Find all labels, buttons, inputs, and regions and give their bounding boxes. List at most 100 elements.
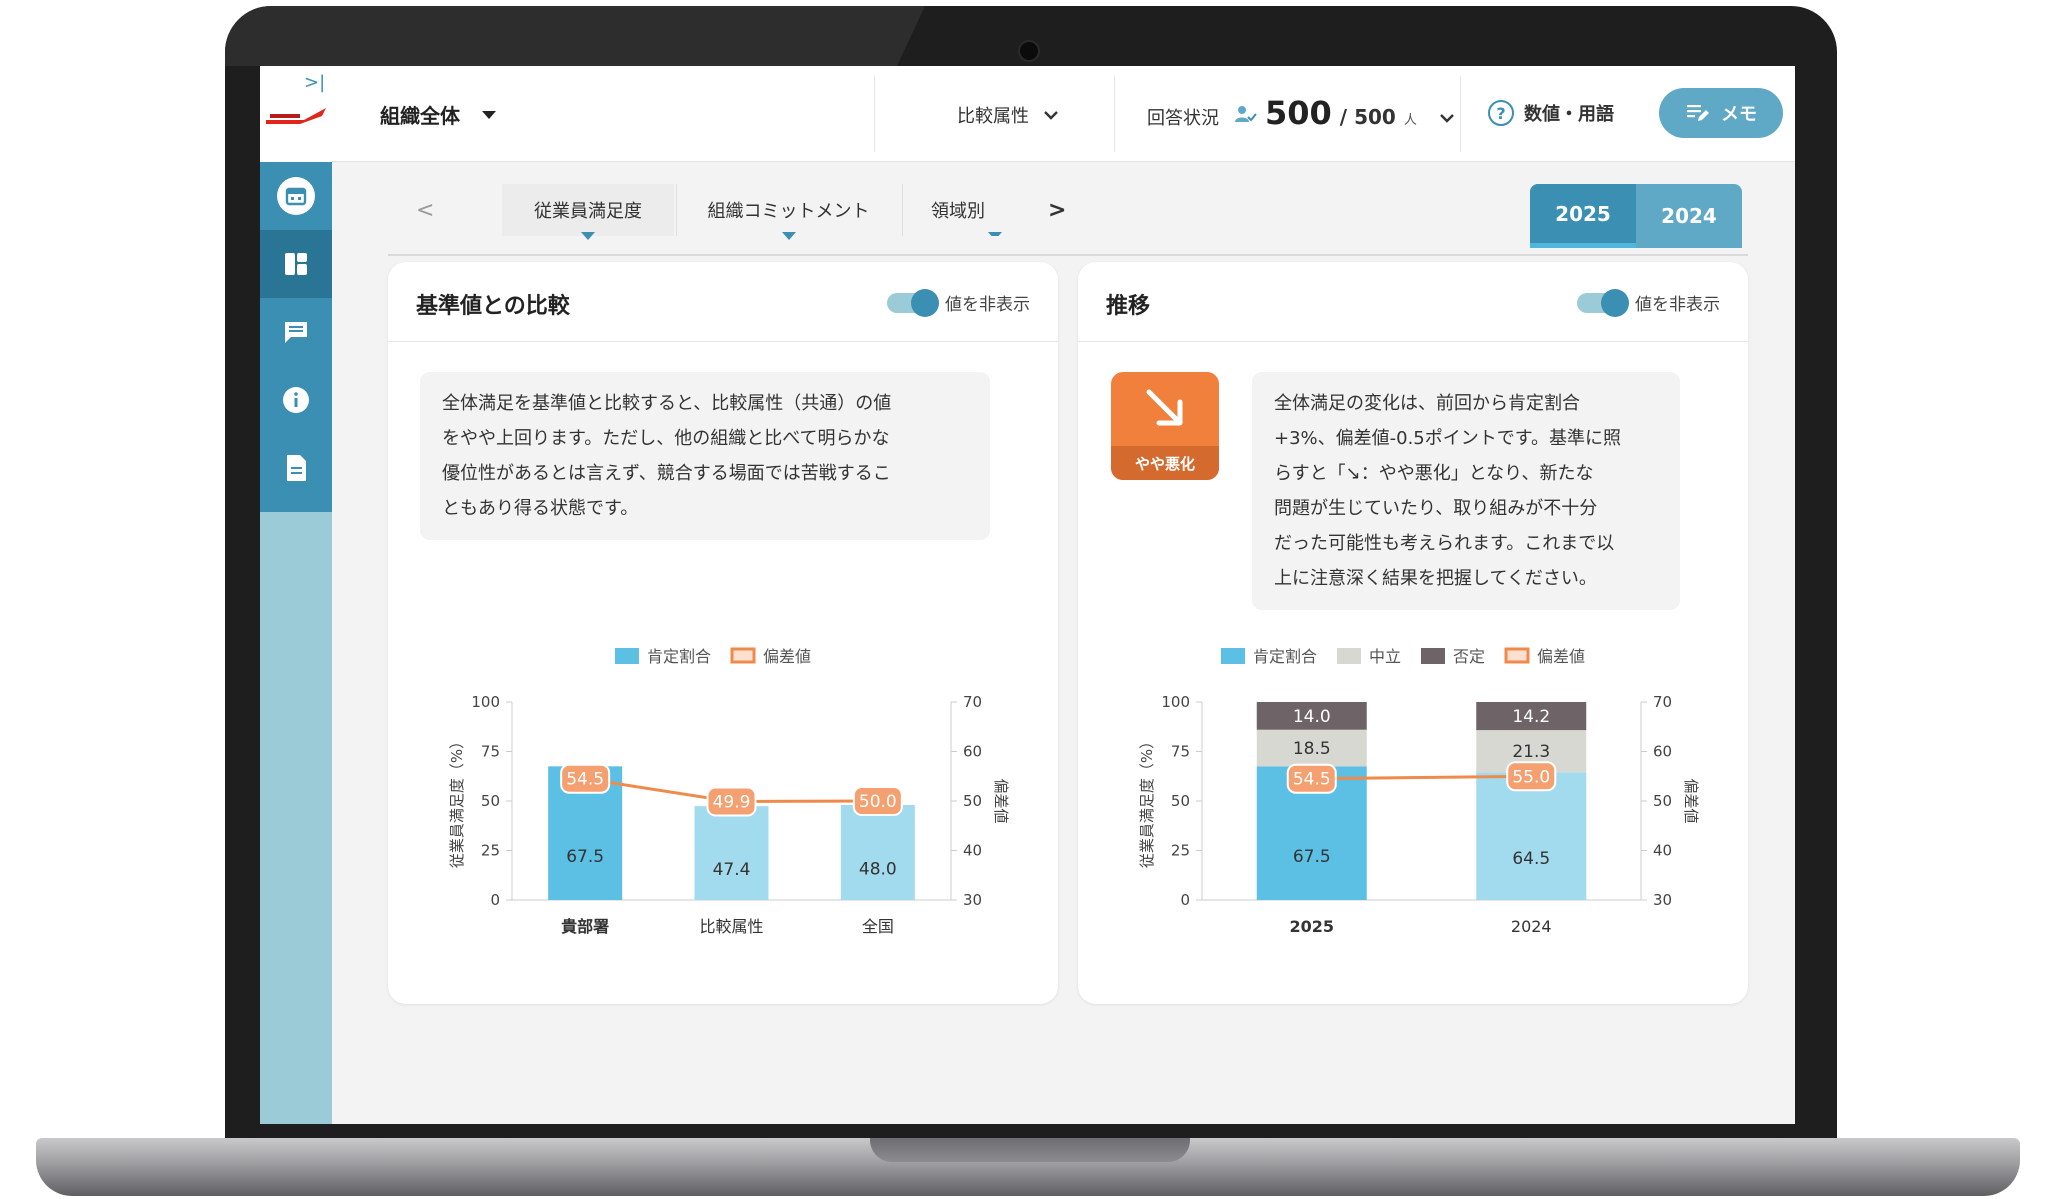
- expand-sidebar-icon[interactable]: >|: [304, 72, 325, 93]
- trend-card: 推移 値を非表示 やや悪化 全体満足の変化は、前回から肯定割合 +3%、偏差値-…: [1078, 262, 1748, 1004]
- sidebar-item-comments[interactable]: [260, 298, 332, 366]
- y2-tick-label: 70: [963, 693, 982, 711]
- deviation-value-label: 50.0: [859, 792, 897, 812]
- y-tick-label: 100: [1161, 693, 1190, 711]
- divider: [874, 76, 875, 152]
- tab-by-domain[interactable]: 領域別: [902, 184, 1002, 236]
- bar-positive: [694, 806, 769, 900]
- dashboard-icon: [285, 253, 307, 275]
- y2-axis-label: 偏差値: [1682, 778, 1700, 823]
- tab-next-icon[interactable]: >: [1048, 198, 1066, 223]
- sidebar-item-calendar[interactable]: [260, 162, 332, 230]
- card-header: 基準値との比較 値を非表示: [388, 262, 1058, 342]
- sidebar-nav: [260, 162, 332, 512]
- memo-label: メモ: [1721, 104, 1757, 125]
- y2-tick-label: 30: [1653, 891, 1672, 909]
- divider: [1114, 76, 1115, 152]
- toggle-switch[interactable]: [1577, 288, 1629, 317]
- user-check-icon: [1235, 106, 1257, 122]
- legend-swatch-deviation: [730, 647, 756, 664]
- question-icon: ?: [1488, 100, 1514, 126]
- toggle-switch[interactable]: [887, 288, 939, 317]
- response-status-label: 回答状況: [1147, 108, 1219, 129]
- legend-label: 偏差値: [763, 647, 811, 666]
- benchmark-card: 基準値との比較 値を非表示 全体満足を基準値と比較すると、比較属性（共通）の値 …: [388, 262, 1058, 1004]
- legend-label: 肯定割合: [647, 647, 711, 666]
- legend-label: 肯定割合: [1253, 647, 1317, 666]
- deviation-value-label: 54.5: [1293, 770, 1331, 790]
- toggle-knob: [1601, 288, 1629, 317]
- legend-label: 否定: [1453, 647, 1485, 666]
- tab-org-commitment[interactable]: 組織コミットメント: [676, 184, 900, 240]
- chevron-down-icon: [1044, 111, 1058, 120]
- memo-button[interactable]: メモ: [1659, 88, 1783, 138]
- benchmark-chart: 肯定割合 偏差値02550751003040506070従業員満足度（%） 偏差値6…: [448, 647, 1010, 936]
- bar-positive: [1476, 772, 1587, 900]
- card-header: 推移 値を非表示: [1078, 262, 1748, 342]
- response-status[interactable]: 回答状況 500 / 500 人: [1147, 94, 1455, 132]
- comment-icon: [285, 322, 307, 343]
- response-unit: 人: [1403, 113, 1417, 128]
- deviation-value-label: 55.0: [1512, 767, 1550, 787]
- trend-badge-label: やや悪化: [1111, 446, 1219, 480]
- trend-badge: やや悪化: [1111, 372, 1219, 480]
- y-tick-label: 100: [471, 693, 500, 711]
- y-tick-label: 50: [481, 792, 500, 810]
- bar-value-label: 21.3: [1512, 742, 1550, 762]
- hide-values-toggle[interactable]: 値を非表示: [887, 288, 1030, 317]
- sidebar-item-info[interactable]: [260, 366, 332, 434]
- toggle-label: 値を非表示: [945, 295, 1030, 315]
- x-tick-label: 2025: [1289, 917, 1334, 936]
- sidebar: >|: [260, 66, 332, 1124]
- y2-tick-label: 40: [963, 842, 982, 860]
- chevron-down-icon: [1439, 114, 1454, 123]
- tab-prev-icon[interactable]: <: [416, 198, 434, 223]
- info-icon: [283, 387, 309, 413]
- x-tick-label: 貴部署: [561, 917, 609, 936]
- tab-underline: [388, 254, 1748, 256]
- y-tick-label: 75: [1171, 743, 1190, 761]
- year-2024-button[interactable]: 2024: [1636, 184, 1742, 248]
- tab-label: 従業員満足度: [534, 201, 642, 222]
- brand-logo-icon: [266, 108, 326, 124]
- compare-selector[interactable]: 比較属性: [957, 102, 1059, 128]
- sidebar-item-document[interactable]: [260, 434, 332, 502]
- bar-positive: [840, 804, 915, 900]
- glossary-button[interactable]: ? 数値・用語: [1488, 100, 1614, 126]
- hide-values-toggle[interactable]: 値を非表示: [1577, 288, 1720, 317]
- year-2025-button[interactable]: 2025: [1530, 184, 1636, 248]
- deviation-value-label: 54.5: [566, 770, 604, 790]
- card-title: 推移: [1106, 294, 1151, 319]
- benchmark-comment: 全体満足を基準値と比較すると、比較属性（共通）の値 をやや上回ります。ただし、他…: [420, 372, 990, 540]
- toggle-knob: [911, 288, 939, 317]
- tab-employee-satisfaction[interactable]: 従業員満足度: [502, 184, 674, 240]
- tab-active-marker: [781, 232, 796, 240]
- trend-comment: 全体満足の変化は、前回から肯定割合 +3%、偏差値-0.5ポイントです。基準に照…: [1252, 372, 1680, 610]
- legend-swatch: [615, 648, 639, 664]
- y-tick-label: 50: [1171, 792, 1190, 810]
- tab-label: 領域別: [931, 201, 985, 222]
- sidebar-item-dashboard[interactable]: [260, 230, 332, 298]
- comment-line: 問題が生じていたり、取り組みが不十分: [1274, 498, 1598, 519]
- toggle-label: 値を非表示: [1635, 295, 1720, 315]
- glossary-label: 数値・用語: [1524, 104, 1614, 125]
- comment-line: +3%、偏差値-0.5ポイントです。基準に照: [1274, 428, 1621, 449]
- memo-edit-icon: [1687, 105, 1709, 121]
- bar-value-label: 14.2: [1512, 707, 1550, 727]
- app-screen: >| 組織全体 比較属性 回答状況 500 / 500 人 ? 数値・用語 メモ…: [260, 66, 1795, 1124]
- compare-selector-label: 比較属性: [957, 106, 1029, 127]
- comment-line: をやや上回ります。ただし、他の組織と比べて明らかな: [442, 428, 890, 449]
- comment-line: 全体満足を基準値と比較すると、比較属性（共通）の値: [442, 393, 892, 414]
- comment-line: ともあり得る状態です。: [442, 498, 639, 519]
- y-tick-label: 75: [481, 743, 500, 761]
- laptop-base-notch: [870, 1138, 1190, 1162]
- y2-axis-label: 偏差値: [992, 778, 1010, 823]
- laptop-glare: [225, 6, 925, 66]
- y-tick-label: 25: [1171, 842, 1190, 860]
- comment-line: 全体満足の変化は、前回から肯定割合: [1274, 393, 1580, 414]
- comment-line: 上に注意深く結果を把握してください。: [1274, 568, 1597, 589]
- org-selector[interactable]: 組織全体: [380, 100, 496, 129]
- bar-value-label: 18.5: [1293, 739, 1331, 759]
- bar-value-label: 14.0: [1293, 707, 1331, 727]
- deviation-value-label: 49.9: [713, 792, 751, 812]
